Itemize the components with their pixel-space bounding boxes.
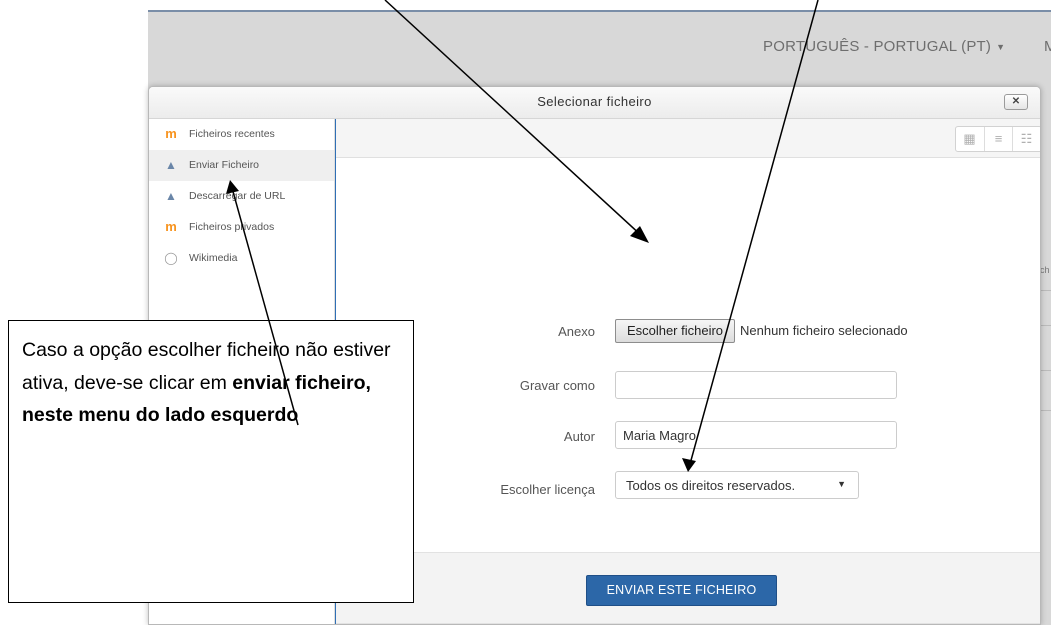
sidebar-item-private-files[interactable]: m Ficheiros privados xyxy=(149,212,334,243)
background-text-fragment: ch xyxy=(1040,265,1050,275)
author-label: Autor xyxy=(563,429,595,444)
sidebar-item-upload-file[interactable]: ▲ Enviar Ficheiro xyxy=(149,150,334,181)
callout-text: Caso a opção escolher ficheiro não estiv… xyxy=(22,334,407,432)
dialog-title: Selecionar ficheiro xyxy=(537,94,652,109)
sidebar-item-wikimedia[interactable]: ◯ Wikimedia xyxy=(149,243,334,274)
close-icon[interactable]: ✕ xyxy=(1004,94,1028,110)
sidebar-item-label: Enviar Ficheiro xyxy=(189,159,260,171)
upload-panel: ▦ ≡ ☷ Anexo Escolher ficheiro Nenhum fic… xyxy=(335,119,1040,624)
tree-view-icon[interactable]: ☷ xyxy=(1012,127,1040,151)
author-value: Maria Magro xyxy=(623,428,696,443)
save-as-label: Gravar como xyxy=(519,378,595,393)
next-menu-fragment: M xyxy=(1044,38,1051,55)
icon-view-icon[interactable]: ▦ xyxy=(956,127,983,151)
caret-down-icon: ▼ xyxy=(996,42,1006,53)
upload-file-button[interactable]: ENVIAR ESTE FICHEIRO xyxy=(586,575,777,606)
dialog-footer: ENVIAR ESTE FICHEIRO xyxy=(336,552,1040,624)
sidebar-item-label: Descarregar de URL xyxy=(189,190,286,202)
annotation-callout: Caso a opção escolher ficheiro não estiv… xyxy=(8,320,414,603)
sidebar-item-url-download[interactable]: ▲ Descarregar de URL xyxy=(149,181,334,212)
upload-icon: ▲ xyxy=(165,158,177,172)
save-as-input[interactable] xyxy=(615,371,897,399)
language-label: PORTUGUÊS - PORTUGAL (PT) xyxy=(763,38,992,55)
attachment-label: Anexo xyxy=(558,324,595,339)
choose-file-button[interactable]: Escolher ficheiro xyxy=(615,319,735,343)
license-label: Escolher licença xyxy=(500,482,595,497)
sidebar-item-label: Wikimedia xyxy=(189,252,238,264)
wikimedia-icon: ◯ xyxy=(164,251,178,265)
language-menu[interactable]: PORTUGUÊS - PORTUGAL (PT) ▼ xyxy=(763,38,1005,55)
license-value: Todos os direitos reservados. xyxy=(626,478,796,493)
author-input[interactable]: Maria Magro xyxy=(615,421,897,449)
view-switcher: ▦ ≡ ☷ xyxy=(955,126,1040,152)
sidebar-item-recent-files[interactable]: m Ficheiros recentes xyxy=(149,119,334,150)
moodle-icon: m xyxy=(165,219,177,234)
license-select[interactable]: Todos os direitos reservados. ▼ xyxy=(615,471,859,499)
download-url-icon: ▲ xyxy=(165,189,177,203)
chevron-down-icon: ▼ xyxy=(837,479,846,489)
panel-toolbar: ▦ ≡ ☷ xyxy=(336,119,1040,158)
list-view-icon[interactable]: ≡ xyxy=(984,127,1012,151)
sidebar-item-label: Ficheiros recentes xyxy=(189,128,275,140)
sidebar-item-label: Ficheiros privados xyxy=(189,221,275,233)
no-file-text: Nenhum ficheiro selecionado xyxy=(740,323,908,338)
dialog-titlebar: Selecionar ficheiro ✕ xyxy=(149,87,1040,119)
moodle-icon: m xyxy=(165,126,177,141)
